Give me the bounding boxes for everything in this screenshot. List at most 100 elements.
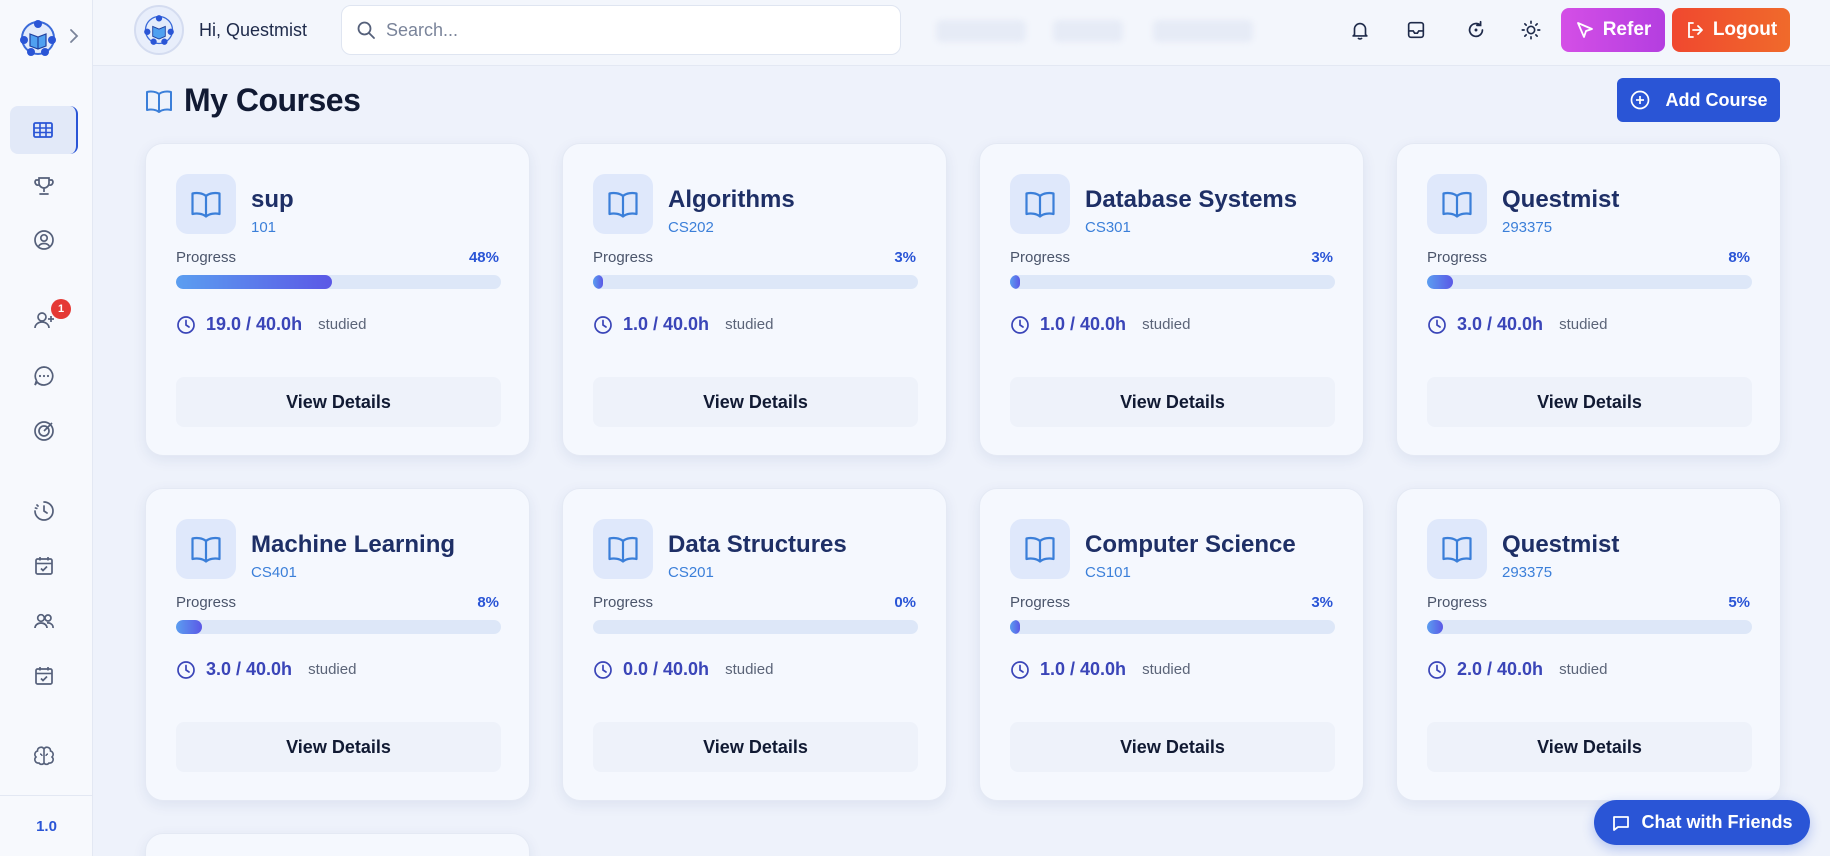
progress-label: Progress [176, 594, 237, 611]
course-icon-tile [1010, 519, 1070, 579]
clock-icon [177, 660, 195, 679]
view-details-button[interactable]: View Details [1010, 722, 1335, 772]
sidebar-divider [0, 795, 93, 796]
view-details-button[interactable]: View Details [176, 722, 501, 772]
course-card[interactable]: Computer Science CS101 Progress 3% 1.0 / 40.… [979, 488, 1364, 801]
clock-icon [1428, 315, 1446, 334]
course-name: Database Systems [1085, 186, 1298, 213]
course-card[interactable]: Data Structures CS201 Progress 0% 0.0 / 40.0… [562, 488, 947, 801]
course-icon-tile [593, 519, 653, 579]
course-card[interactable]: Database Systems CS301 Progress 3% 1.0 / 40.… [979, 143, 1364, 456]
theme-toggle-button[interactable] [1518, 17, 1544, 43]
chat-with-friends-button[interactable]: Chat with Friends [1594, 800, 1810, 845]
study-hours: 3.0 / 40.0h [206, 659, 293, 679]
logout-button[interactable]: Logout [1672, 8, 1790, 52]
progress-value: 3% [894, 249, 916, 266]
blurred-nav-item [1053, 20, 1123, 42]
book-open-icon [608, 191, 638, 218]
sidebar-item-profile[interactable] [10, 216, 78, 264]
view-details-button[interactable]: View Details [1010, 377, 1335, 427]
clock-icon [594, 660, 612, 679]
study-hours: 1.0 / 40.0h [623, 314, 710, 334]
sidebar: 1 1.0 [0, 0, 93, 856]
course-code: CS202 [668, 219, 714, 236]
sidebar-item-goals[interactable] [10, 407, 78, 455]
course-card[interactable]: Questmist 293375 Progress 5% 2.0 / 40.0h stud… [1396, 488, 1781, 801]
blurred-nav-item [1153, 20, 1253, 42]
progress-bar-fill [1010, 275, 1020, 289]
book-open-icon [1025, 191, 1055, 218]
sidebar-item-ai[interactable] [10, 732, 78, 780]
calendar-check-icon [35, 667, 53, 685]
view-details-button[interactable]: View Details [593, 722, 918, 772]
sun-icon [1521, 20, 1541, 40]
sidebar-item-groups[interactable] [10, 597, 78, 645]
study-time: 1.0 / 40.0h studied [1010, 314, 1190, 335]
sidebar-item-messages[interactable] [10, 352, 78, 400]
refer-button[interactable]: Refer [1561, 8, 1665, 52]
study-hours: 19.0 / 40.0h [206, 314, 303, 334]
course-name: Algorithms [668, 186, 795, 213]
logout-label: Logout [1712, 19, 1778, 40]
studied-label: studied [1559, 661, 1608, 678]
book-open-icon [1025, 536, 1055, 563]
view-details-button[interactable]: View Details [1427, 377, 1752, 427]
course-code: 293375 [1502, 219, 1553, 236]
study-time: 19.0 / 40.0h studied [176, 314, 366, 335]
studied-label: studied [725, 316, 774, 333]
users-icon [34, 613, 54, 629]
view-details-button[interactable]: View Details [176, 377, 501, 427]
studied-label: studied [1142, 661, 1191, 678]
progress-bar [176, 620, 501, 634]
progress-value: 3% [1311, 249, 1333, 266]
study-hours: 3.0 / 40.0h [1457, 314, 1544, 334]
course-card[interactable]: sup 101 Progress 48% 19.0 / 40.0h studied View… [145, 143, 530, 456]
study-hours: 0.0 / 40.0h [623, 659, 710, 679]
app-logo[interactable] [18, 18, 58, 58]
view-details-button[interactable]: View Details [1427, 722, 1752, 772]
course-name: Data Structures [668, 531, 847, 558]
course-icon-tile [176, 174, 236, 234]
course-card[interactable]: Questmist 293375 Progress 8% 3.0 / 40.0h stud… [1396, 143, 1781, 456]
target-icon [34, 421, 54, 441]
chevron-right-icon[interactable] [66, 28, 82, 44]
course-card[interactable] [145, 833, 530, 856]
sidebar-item-achievements[interactable] [10, 162, 78, 210]
inbox-button[interactable] [1403, 17, 1429, 43]
course-card[interactable]: Machine Learning CS401 Progress 8% 3.0 / 40.… [145, 488, 530, 801]
refresh-button[interactable] [1463, 17, 1489, 43]
greeting-text: Hi, Questmist [199, 20, 308, 40]
course-icon-tile [1010, 174, 1070, 234]
user-circle-icon [34, 230, 54, 250]
sidebar-item-schedule[interactable] [10, 652, 78, 700]
sidebar-item-timer[interactable] [10, 487, 78, 535]
progress-bar-fill [593, 275, 603, 289]
sidebar-item-dashboard[interactable] [10, 106, 78, 154]
add-course-button[interactable]: Add Course [1617, 78, 1780, 122]
book-open-icon [191, 536, 221, 563]
studied-label: studied [1142, 316, 1191, 333]
course-name: Questmist [1502, 531, 1620, 558]
blurred-nav-item [936, 20, 1026, 42]
course-code: CS201 [668, 564, 714, 581]
logo-icon [144, 15, 174, 45]
progress-bar-fill [176, 620, 202, 634]
course-card[interactable]: Algorithms CS202 Progress 3% 1.0 / 40.0h stud… [562, 143, 947, 456]
view-details-button[interactable]: View Details [593, 377, 918, 427]
course-code: 293375 [1502, 564, 1553, 581]
sidebar-item-friend-requests[interactable]: 1 [10, 296, 78, 344]
chat-label: Chat with Friends [1641, 812, 1793, 832]
studied-label: studied [1559, 316, 1608, 333]
notifications-button[interactable] [1347, 17, 1373, 43]
avatar[interactable] [134, 5, 184, 55]
study-hours: 1.0 / 40.0h [1040, 659, 1127, 679]
study-time: 1.0 / 40.0h studied [1010, 659, 1190, 680]
search-input[interactable] [386, 19, 886, 41]
bell-icon [1352, 22, 1368, 40]
study-time: 3.0 / 40.0h studied [176, 659, 356, 680]
page-title: My Courses [184, 82, 361, 118]
study-hours: 2.0 / 40.0h [1457, 659, 1544, 679]
progress-value: 8% [1728, 249, 1750, 266]
search-box[interactable] [341, 5, 901, 55]
sidebar-item-calendar[interactable] [10, 542, 78, 590]
